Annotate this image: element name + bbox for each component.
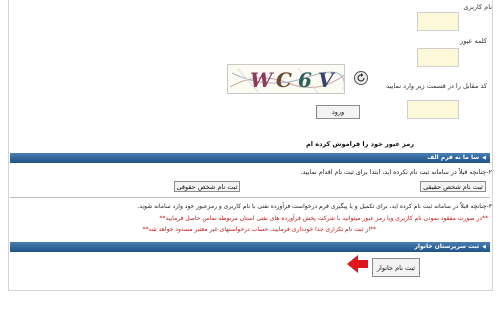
- red-arrow-icon: [347, 255, 368, 273]
- section-bar-cosmetic: ◀سا ما نه فرم الف: [10, 153, 490, 163]
- password-label: کلمه عبور: [460, 37, 487, 45]
- captcha-input[interactable]: [407, 100, 459, 119]
- username-field[interactable]: [417, 12, 459, 31]
- register-household-button[interactable]: ثبت نام خانوار: [372, 258, 420, 277]
- warning-duplicate-registration: **از ثبت نام تکراری جدا خودداری فرمایید.…: [142, 226, 376, 233]
- captcha-image: W C 6 V: [227, 64, 345, 94]
- warning-lost-credentials: **در صورت مفقود نمودن نام کاربری ویا رمز…: [159, 215, 488, 222]
- captcha-char-2: C: [276, 68, 292, 92]
- section-title-household: ثبت سرپرستان خانوار: [414, 243, 480, 250]
- triangle-left-icon: ◀: [482, 155, 486, 161]
- divider: [10, 197, 490, 198]
- refresh-icon: [357, 73, 365, 82]
- section-bar-household: ◀ثبت سرپرستان خانوار: [10, 242, 490, 252]
- forgot-password-link[interactable]: رمز عبور خود را فراموش کرده ام: [306, 140, 414, 148]
- register-legal-person-button[interactable]: ثبت نام شخص حقوقی: [174, 181, 240, 192]
- captcha-char-3: 6: [298, 68, 312, 92]
- register-real-person-button[interactable]: ثبت نام شخص حقیقی: [420, 181, 486, 192]
- captcha-char-4: V: [318, 68, 334, 92]
- captcha-refresh-button[interactable]: [354, 71, 368, 85]
- section-title-cosmetic: سا ما نه فرم الف: [427, 154, 480, 161]
- captcha-char-1: W: [250, 68, 273, 92]
- captcha-label: کد مقابل را در قسمت زیر وارد نمایید: [386, 82, 487, 90]
- password-field[interactable]: [417, 48, 459, 67]
- triangle-left-icon: ◀: [482, 244, 486, 250]
- login-instruction: ۳-چنانچه قبلاً در سامانه ثبت نام کرده ای…: [137, 203, 492, 210]
- username-label: نام کاربری: [463, 3, 492, 11]
- login-button[interactable]: ورود: [316, 105, 360, 119]
- register-instruction: ۲-چنانچه قبلاً در سامانه ثبت نام نکرده ا…: [300, 169, 492, 176]
